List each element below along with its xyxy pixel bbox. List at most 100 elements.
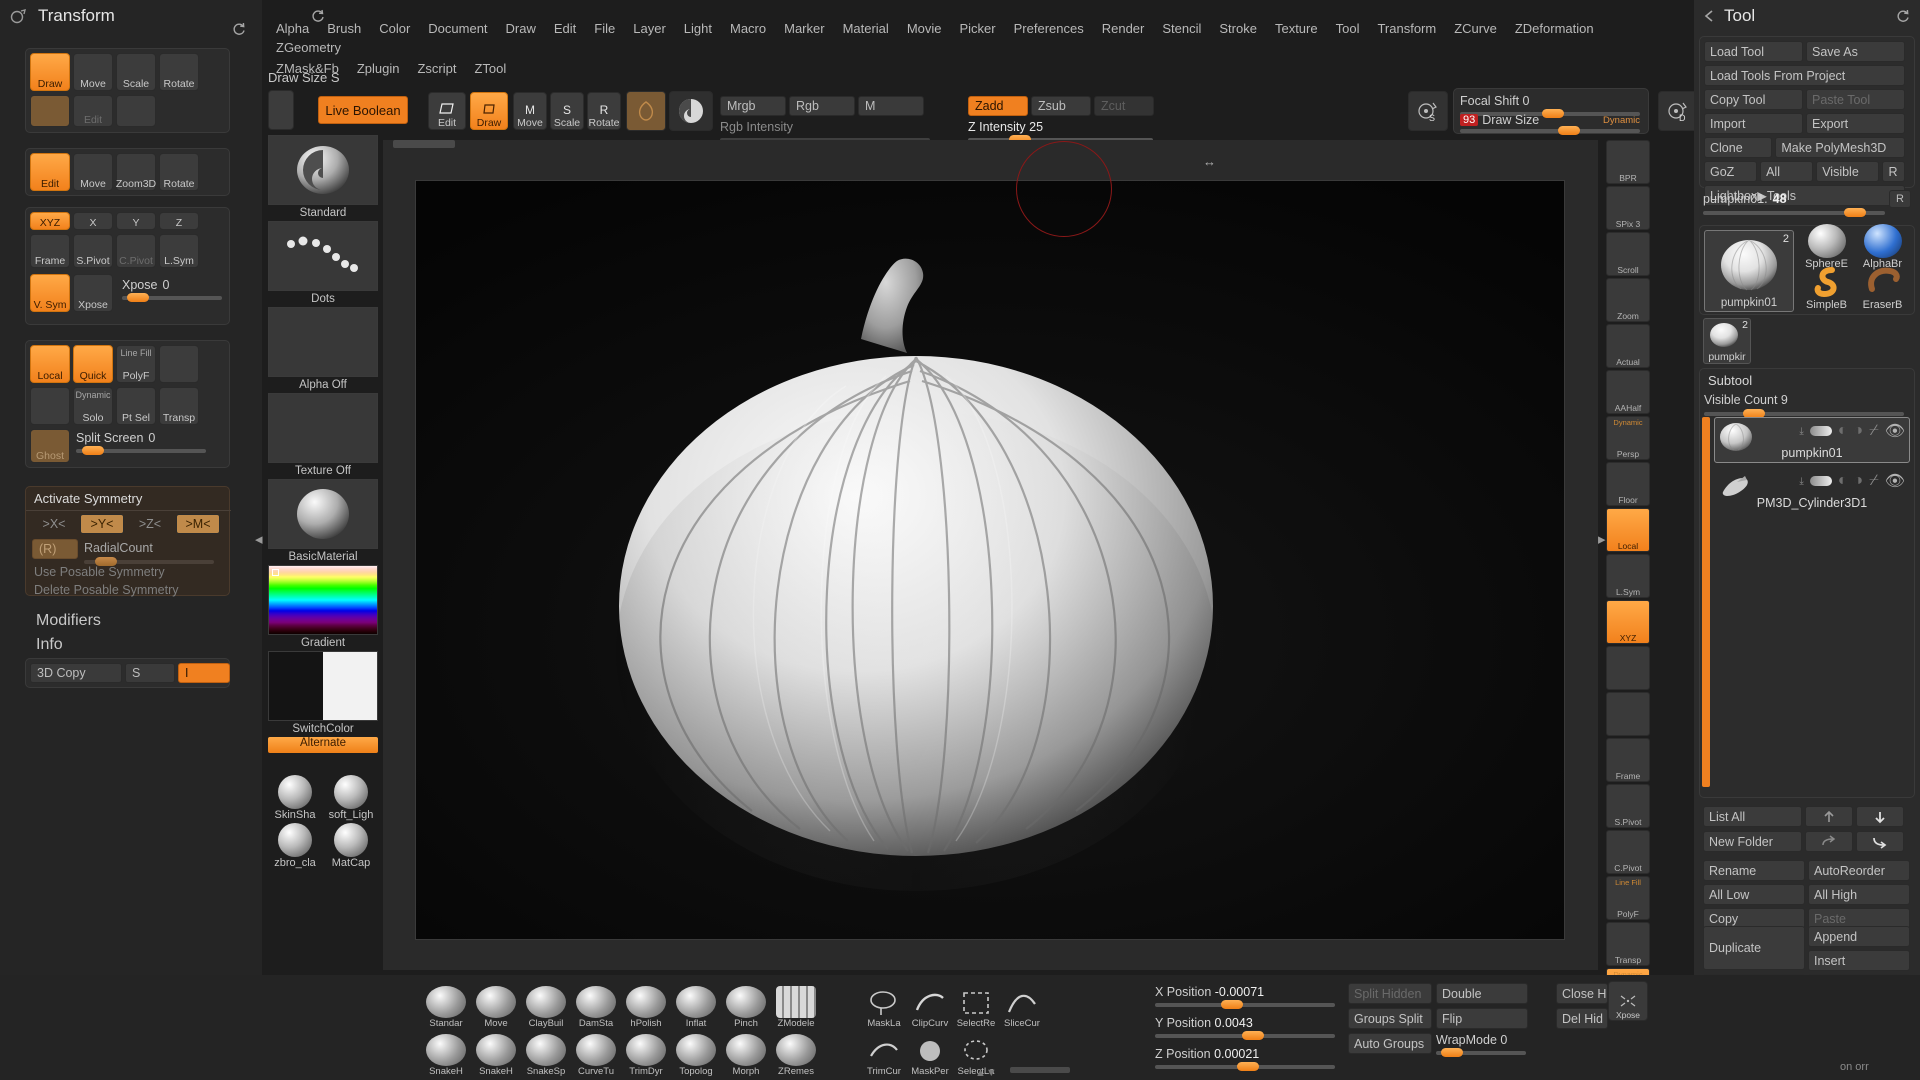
position-slider-2[interactable]: Z Position 0.00021 xyxy=(1155,1045,1335,1071)
local-tile-local[interactable]: Local xyxy=(30,345,70,383)
local-tile-3[interactable] xyxy=(159,345,199,383)
menu-preferences[interactable]: Preferences xyxy=(1006,20,1092,37)
menu-alpha[interactable]: Alpha xyxy=(268,20,317,37)
tool-button-rename[interactable]: Rename xyxy=(1703,860,1805,881)
brush-topolog[interactable]: Topolog xyxy=(672,1029,720,1077)
menu-transform[interactable]: Transform xyxy=(1369,20,1444,37)
shelf-item-switchcolor[interactable]: SwitchColor xyxy=(268,651,378,735)
mask-slicecur[interactable]: SliceCur xyxy=(1000,981,1044,1029)
z-mode-zsub[interactable]: Zsub xyxy=(1031,96,1091,116)
subtool-scrollbar[interactable] xyxy=(1702,417,1710,787)
canvas-drag-handle[interactable]: ↔ xyxy=(1203,154,1216,169)
sym-tile-v-sym[interactable]: V. Sym xyxy=(30,274,70,312)
menu-macro[interactable]: Macro xyxy=(722,20,774,37)
xpose-slider[interactable]: Xpose 0 xyxy=(122,278,222,302)
right-shelf-l-sym[interactable]: L.Sym xyxy=(1606,554,1650,598)
tool-button-make-polymesh3d[interactable]: Make PolyMesh3D xyxy=(1775,137,1905,158)
tool-button-new-folder[interactable]: New Folder xyxy=(1703,831,1802,852)
subtool-visibility-toggle[interactable] xyxy=(1809,476,1832,486)
tool-grid-simpleb[interactable]: SimpleB xyxy=(1799,267,1854,311)
brush-snakeh[interactable]: SnakeH xyxy=(472,1029,520,1077)
pivot-tile-s-pivot[interactable]: S.Pivot xyxy=(73,234,113,268)
color-mode-m[interactable]: M xyxy=(858,96,924,116)
right-shelf-floor[interactable]: Floor xyxy=(1606,462,1650,506)
brush-zremes[interactable]: ZRemes xyxy=(772,1029,820,1077)
rotate-tile[interactable]: R Rotate xyxy=(587,92,621,130)
color-mode-mrgb[interactable]: Mrgb xyxy=(720,96,786,116)
subtool-half-icon[interactable]: ◐ xyxy=(1838,472,1848,490)
bottom-scroll-handle[interactable] xyxy=(1010,1067,1070,1073)
posable-item-1[interactable]: Delete Posable Symmetry xyxy=(34,583,179,597)
pivot-tile-l-sym[interactable]: L.Sym xyxy=(159,234,199,268)
symmetry-axis-z[interactable]: >Z< xyxy=(128,514,172,534)
tool-grid-alphabr[interactable]: AlphaBr xyxy=(1855,224,1910,270)
subtool-arrow-icon[interactable]: ⤓ xyxy=(1799,476,1803,487)
tool-button-r[interactable]: R xyxy=(1882,161,1905,182)
right-shelf-c-pivot[interactable]: C.Pivot xyxy=(1606,830,1650,874)
mask-maskper[interactable]: MaskPer xyxy=(908,1029,952,1077)
subtool-brush-icon[interactable]: ⌿ xyxy=(1869,472,1879,490)
wrapmode-slider[interactable]: WrapMode 0 xyxy=(1436,1031,1526,1057)
3d-copy-s-button[interactable]: S xyxy=(125,663,175,683)
menu-draw[interactable]: Draw xyxy=(498,20,544,37)
tool-grid-spheree[interactable]: SphereE xyxy=(1799,224,1854,270)
brush-move[interactable]: Move xyxy=(472,981,520,1029)
radial-count-slider[interactable]: RadialCount xyxy=(84,539,214,566)
brush-snakeh[interactable]: SnakeH xyxy=(422,1029,470,1077)
material-item-soft-ligh[interactable]: soft_Ligh xyxy=(324,775,378,821)
tool-button-copy-tool[interactable]: Copy Tool xyxy=(1704,89,1803,110)
insert-button[interactable]: Insert xyxy=(1808,950,1910,971)
solo-tile-solo[interactable]: Dynamic Solo xyxy=(73,387,113,425)
tool-button-load-tool[interactable]: Load Tool xyxy=(1704,41,1803,62)
modifiers-label[interactable]: Modifiers xyxy=(36,612,101,630)
viewport-canvas[interactable] xyxy=(415,141,1565,940)
transform-tile-move[interactable]: Move xyxy=(73,53,113,91)
brush-trimdyr[interactable]: TrimDyr xyxy=(622,1029,670,1077)
menu-stroke[interactable]: Stroke xyxy=(1211,20,1265,37)
menu-zscript[interactable]: Zscript xyxy=(409,60,464,77)
menu-document[interactable]: Document xyxy=(420,20,495,37)
tool-button-save-as[interactable]: Save As xyxy=(1806,41,1905,62)
menu-file[interactable]: File xyxy=(586,20,623,37)
menu-movie[interactable]: Movie xyxy=(899,20,950,37)
symmetry-axis-x[interactable]: >X< xyxy=(32,514,76,534)
bottom-expand-icons[interactable]: ▲▼ xyxy=(975,1067,997,1079)
op-button-auto-groups[interactable]: Auto Groups xyxy=(1348,1033,1432,1054)
mask-clipcurv[interactable]: ClipCurv xyxy=(908,981,952,1029)
menu-zdeformation[interactable]: ZDeformation xyxy=(1507,20,1602,37)
menu-light[interactable]: Light xyxy=(676,20,720,37)
right-shelf-spix-3[interactable]: SPix 3 xyxy=(1606,186,1650,230)
right-shelf-scroll[interactable]: Scroll xyxy=(1606,232,1650,276)
menu-texture[interactable]: Texture xyxy=(1267,20,1326,37)
shelf-item-basicmaterial[interactable]: BasicMaterial xyxy=(268,479,378,563)
scale-tile[interactable]: S Scale xyxy=(550,92,584,130)
transform-edit-tile-edit[interactable]: Edit xyxy=(73,95,113,127)
menu-marker[interactable]: Marker xyxy=(776,20,832,37)
transform-edit-tile-0[interactable] xyxy=(30,95,70,127)
merge-up-icon[interactable] xyxy=(1805,831,1853,852)
current-tool-thumb[interactable]: 2 pumpkin01 xyxy=(1704,230,1794,312)
transform-edit2-tile-move[interactable]: Move xyxy=(73,153,113,191)
subtool-paint-icon[interactable]: ◑ xyxy=(1853,422,1863,440)
recent-tool-thumb[interactable]: 2 pumpkir xyxy=(1703,318,1751,364)
op-button-split-hidden[interactable]: Split Hidden xyxy=(1348,983,1432,1004)
brush-pinch[interactable]: Pinch xyxy=(722,981,770,1029)
solo-tile-transp[interactable]: Transp xyxy=(159,387,199,425)
append-button[interactable]: Append xyxy=(1808,926,1910,947)
split-screen-slider[interactable]: Split Screen 0 xyxy=(76,431,216,455)
transform-edit2-tile-zoom3d[interactable]: Zoom3D xyxy=(116,153,156,191)
tool-selector-slider[interactable]: pumpkin01. 48 R xyxy=(1703,190,1911,217)
tool-button-import[interactable]: Import xyxy=(1704,113,1803,134)
brush-standar[interactable]: Standar xyxy=(422,981,470,1029)
draw-tile[interactable]: Draw xyxy=(470,92,508,130)
shelf-item-gradient[interactable]: Gradient xyxy=(268,565,378,649)
merge-down-icon[interactable] xyxy=(1856,831,1904,852)
brush-thumbnail[interactable] xyxy=(669,91,713,131)
live-boolean-button[interactable]: Live Boolean xyxy=(318,96,408,124)
up-arrow-icon[interactable] xyxy=(1805,806,1853,827)
brush-preview-tile[interactable] xyxy=(268,90,294,130)
z-mode-zadd[interactable]: Zadd xyxy=(968,96,1028,116)
menu-brush[interactable]: Brush xyxy=(319,20,369,37)
material-item-zbro-cla[interactable]: zbro_cla xyxy=(268,823,322,869)
down-arrow-icon[interactable] xyxy=(1856,806,1904,827)
